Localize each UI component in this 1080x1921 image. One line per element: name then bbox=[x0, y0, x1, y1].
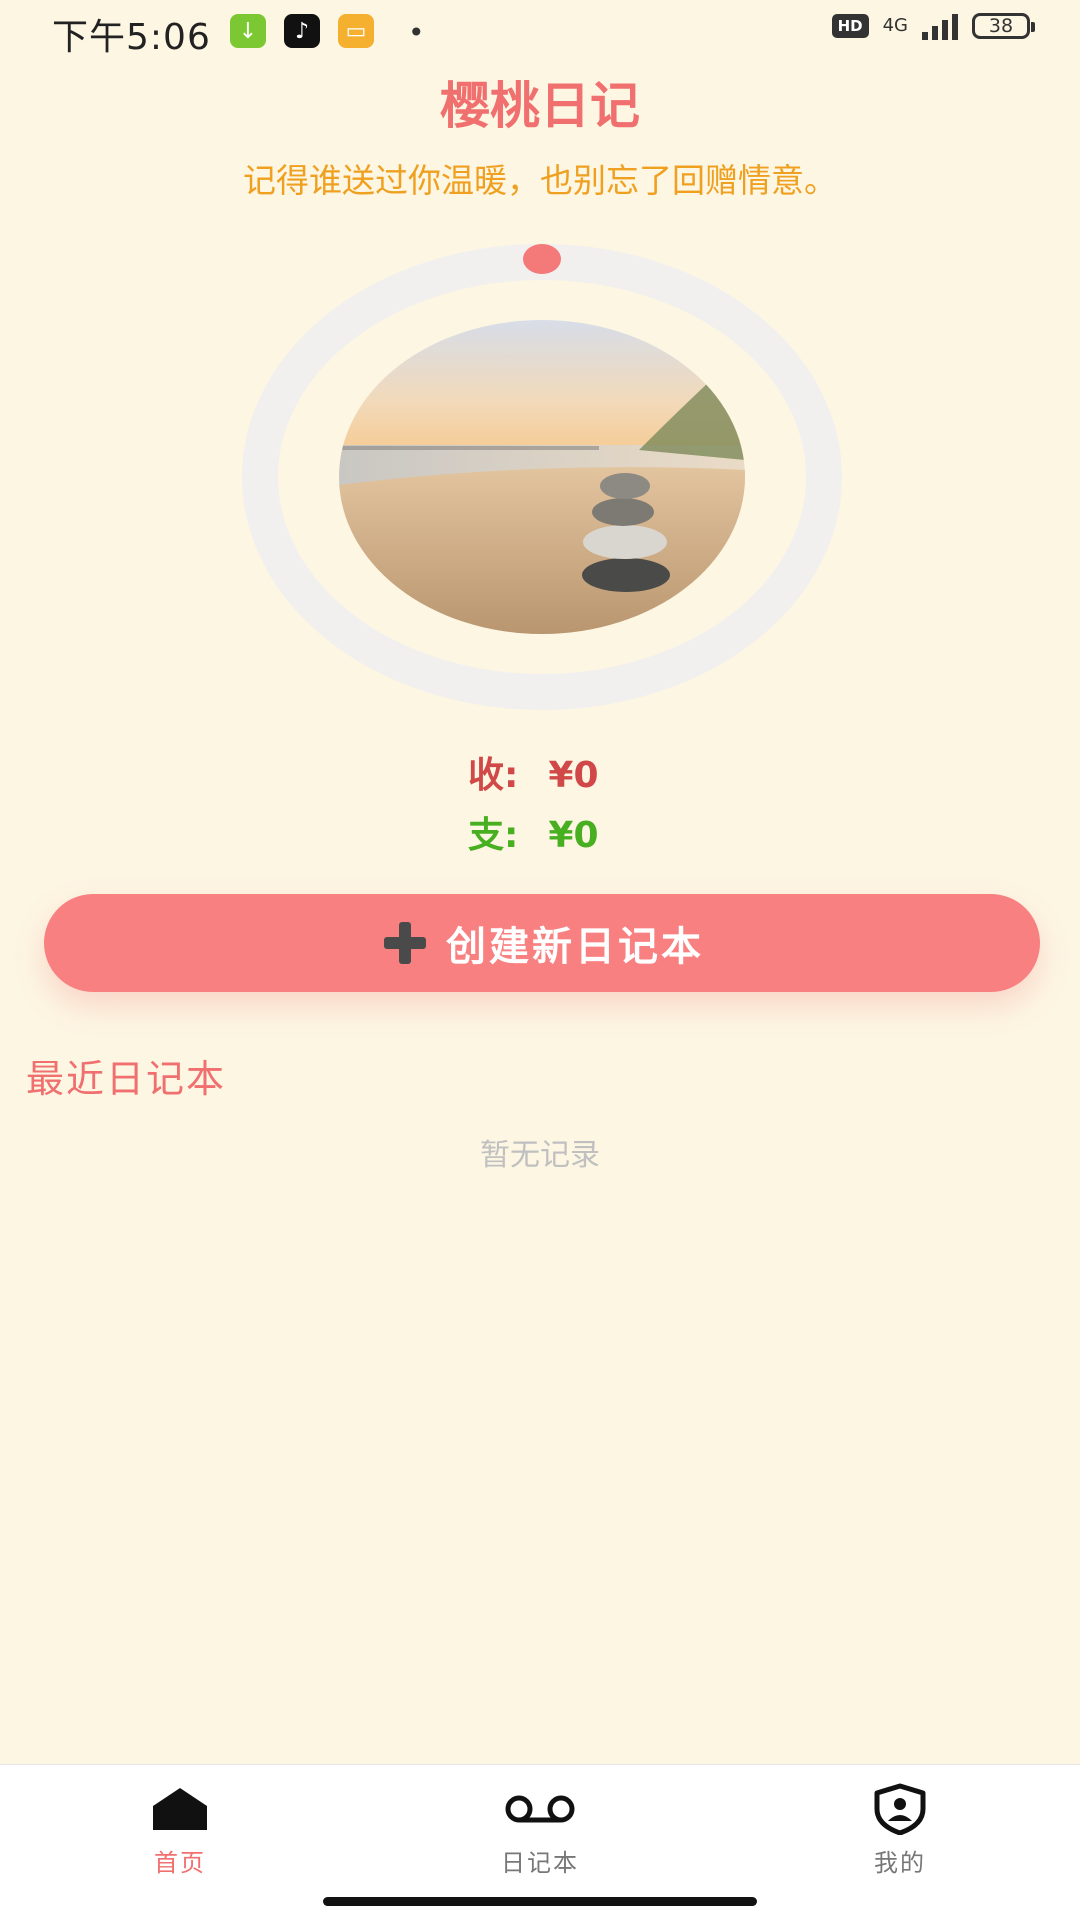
notification-dot-icon: • bbox=[408, 16, 425, 49]
expense-value: ¥0 bbox=[548, 815, 599, 856]
voicemail-icon bbox=[503, 1781, 577, 1837]
cover-image bbox=[339, 320, 745, 634]
tab-home-label: 首页 bbox=[154, 1849, 206, 1877]
create-notebook-label: 创建新日记本 bbox=[446, 924, 704, 970]
recent-notebooks-title: 最近日记本 bbox=[26, 1057, 227, 1101]
page-subtitle: 记得谁送过你温暖，也别忘了回赠情意。 bbox=[243, 161, 837, 200]
income-label: 收: bbox=[468, 755, 519, 796]
status-time: 下午5:06 bbox=[52, 17, 211, 58]
status-bar: 下午5:06 ↓ ♪ ▭ • HD 4G 38 bbox=[0, 0, 1080, 62]
battery-icon: 38 bbox=[972, 13, 1035, 39]
tab-home[interactable]: 首页 bbox=[50, 1765, 310, 1885]
tab-notebooks[interactable]: 日记本 bbox=[410, 1765, 670, 1885]
hd-badge: HD bbox=[831, 14, 869, 38]
profile-shield-icon bbox=[873, 1781, 927, 1837]
plus-icon bbox=[380, 918, 430, 968]
tab-profile-label: 我的 bbox=[874, 1849, 926, 1877]
progress-indicator-dot bbox=[523, 244, 561, 274]
home-indicator[interactable] bbox=[323, 1897, 757, 1906]
tab-notebooks-label: 日记本 bbox=[501, 1849, 579, 1877]
tiktok-icon: ♪ bbox=[284, 14, 320, 48]
expense-summary: 支: ¥0 bbox=[468, 806, 599, 858]
signal-icon bbox=[922, 12, 958, 40]
status-indicators: HD 4G 38 bbox=[831, 12, 1035, 40]
network-type: 4G bbox=[882, 15, 908, 36]
create-notebook-button[interactable]: 创建新日记本 bbox=[44, 894, 1040, 992]
income-summary: 收: ¥0 bbox=[468, 746, 599, 798]
message-icon: ▭ bbox=[338, 14, 374, 48]
empty-state-text: 暂无记录 bbox=[480, 1138, 600, 1173]
income-value: ¥0 bbox=[548, 755, 599, 796]
battery-level: 38 bbox=[988, 15, 1014, 37]
tab-profile[interactable]: 我的 bbox=[770, 1765, 1030, 1885]
page-title: 樱桃日记 bbox=[440, 77, 640, 135]
download-icon: ↓ bbox=[230, 14, 266, 48]
home-icon bbox=[151, 1781, 209, 1837]
expense-label: 支: bbox=[468, 815, 519, 856]
